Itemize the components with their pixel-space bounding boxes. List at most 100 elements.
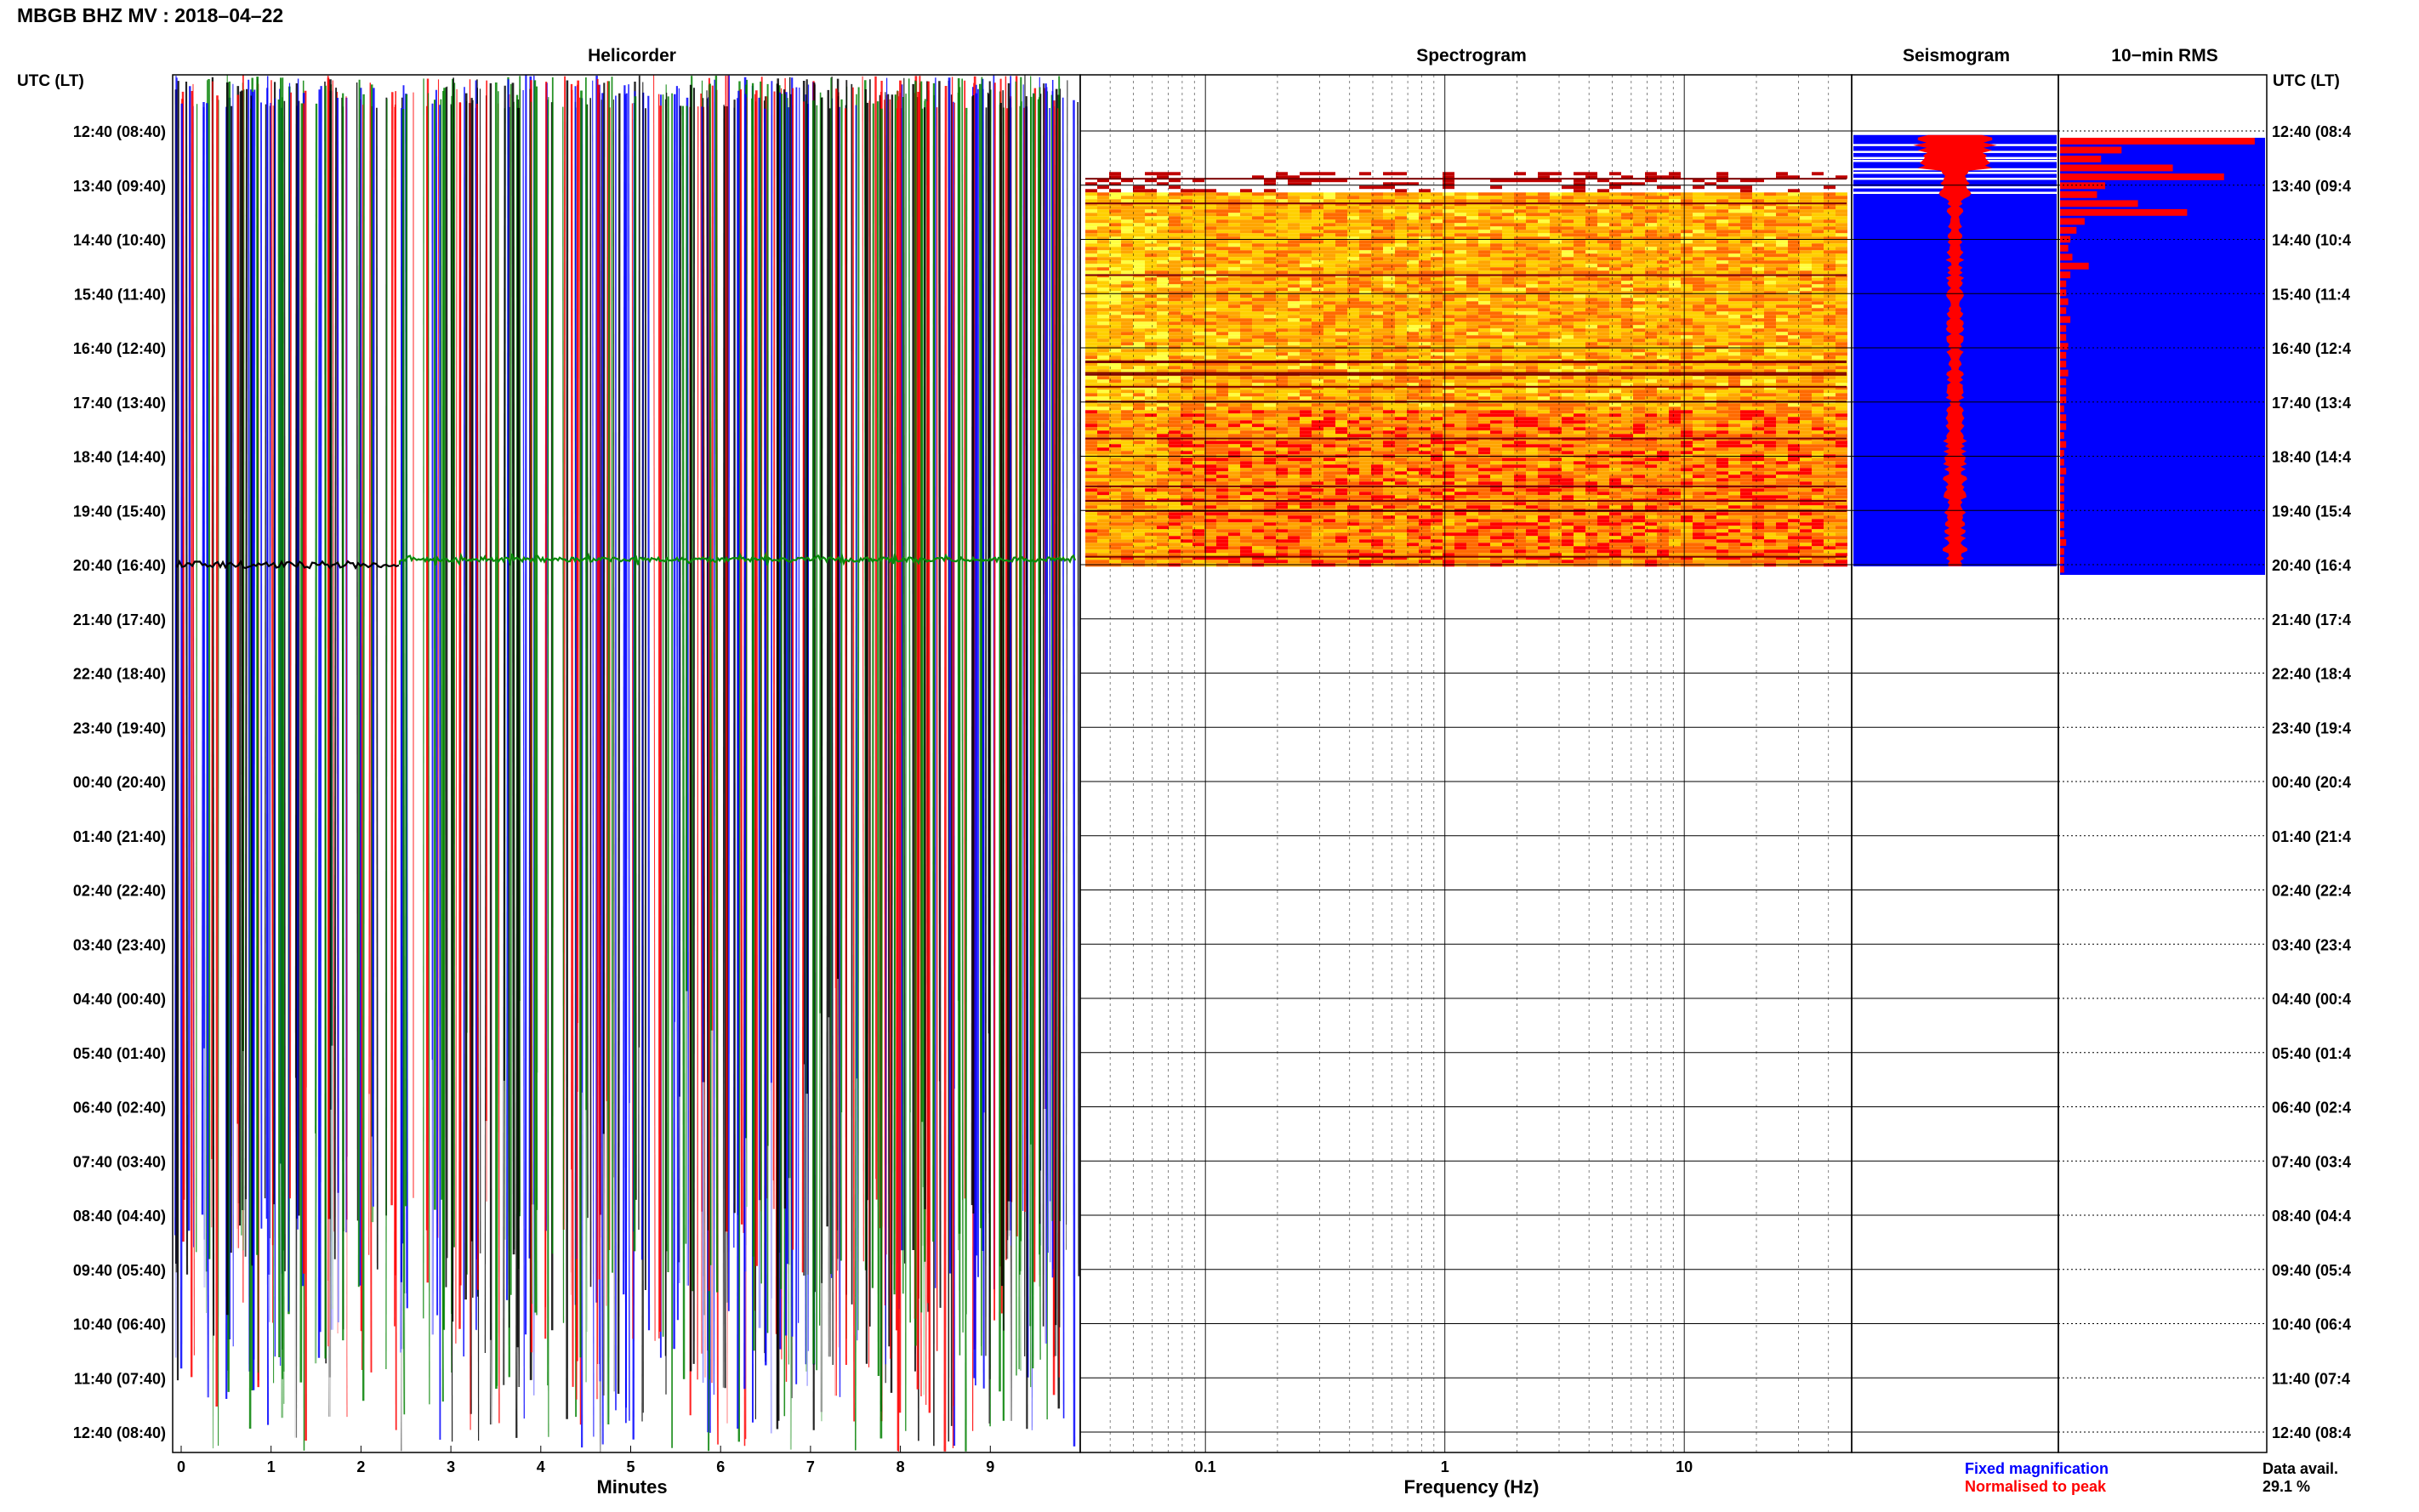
spectrogram-cell — [1419, 383, 1431, 387]
spectrogram-cell — [1764, 345, 1776, 350]
spectrogram-cell — [1478, 277, 1490, 281]
spectrogram-cell — [1204, 185, 1216, 190]
spectrogram-cell — [1109, 311, 1121, 315]
spectrogram-cell — [1443, 294, 1454, 298]
spectrogram-cell — [1562, 396, 1574, 401]
helicorder-trace — [185, 81, 189, 1275]
spectrogram-cell — [1609, 253, 1621, 258]
spectrogram-cell — [1109, 379, 1121, 384]
spectrogram-cell — [1824, 389, 1836, 394]
spectrogram-cell — [1216, 328, 1228, 333]
spectrogram-cell — [1669, 250, 1681, 254]
spectrogram-cell — [1669, 328, 1681, 333]
spectrogram-cell — [1169, 172, 1181, 176]
helicorder-panel — [174, 75, 1080, 1452]
spectrogram-cell — [1097, 281, 1109, 285]
spectrogram-cell — [1347, 216, 1359, 220]
spectrogram-cell — [1109, 301, 1121, 305]
spectrogram-cell — [1788, 223, 1800, 227]
spectrogram-cell — [1145, 335, 1157, 339]
spectrogram-cell — [1312, 287, 1323, 292]
spectrogram-cell — [1550, 335, 1562, 339]
spectrogram-cell — [1466, 308, 1478, 312]
spectrogram-cell — [1312, 226, 1323, 230]
spectrogram-cell — [1657, 216, 1669, 220]
spectrogram-cell — [1431, 247, 1443, 251]
spectrogram-cell — [1419, 318, 1431, 322]
spectrogram-cell — [1383, 338, 1395, 343]
spectrogram-cell — [1800, 209, 1812, 213]
spectrogram-cell — [1788, 355, 1800, 360]
spectrogram-cell — [1681, 213, 1693, 217]
spectrogram-cell — [1550, 219, 1562, 224]
spectrogram-cell — [1716, 270, 1728, 275]
spectrogram-cell — [1728, 216, 1740, 220]
spectrogram-cell — [1169, 396, 1181, 401]
spectrogram-cell — [1359, 196, 1371, 200]
spectrogram-cell — [1502, 328, 1514, 333]
helicorder-gap — [978, 1346, 982, 1452]
helicorder-trace — [576, 84, 578, 1400]
spectrogram-cell — [1788, 345, 1800, 350]
spectrogram-cell — [1550, 250, 1562, 254]
spectrogram-cell — [1800, 240, 1812, 244]
spectrogram-cell — [1383, 185, 1395, 190]
spectrogram-cell — [1204, 213, 1216, 217]
spectrogram-cell — [1288, 216, 1300, 220]
spectrogram-cell — [1645, 321, 1657, 326]
spectrogram-cell — [1550, 311, 1562, 315]
helicorder-trace — [319, 86, 322, 1333]
spectrogram-cell — [1681, 304, 1693, 309]
spectrogram-cell — [1228, 366, 1240, 370]
spectrogram-cell — [1085, 396, 1097, 401]
helicorder-gap — [960, 1199, 964, 1452]
spectrogram-cell — [1359, 335, 1371, 339]
spectrogram-cell — [1669, 230, 1681, 234]
spectrogram-cell — [1490, 199, 1502, 203]
spectrogram-cell — [1216, 287, 1228, 292]
helicorder-gap — [294, 1077, 297, 1452]
spectrogram-cell — [1490, 332, 1502, 336]
spectrogram-cell — [1693, 393, 1705, 397]
spectrogram-cell — [1633, 349, 1645, 353]
spectrogram-cell — [1836, 355, 1847, 360]
spectrogram-cell — [1395, 287, 1407, 292]
helicorder-trace — [562, 106, 565, 1323]
spectrogram-cell — [1514, 264, 1526, 268]
spectrogram-cell — [1585, 270, 1597, 275]
spectrogram-cell — [1836, 189, 1847, 193]
spectrogram-cell — [1490, 267, 1502, 271]
spectrogram-cell — [1419, 325, 1431, 329]
spectrogram-cell — [1395, 315, 1407, 319]
spectrogram-cell — [1526, 206, 1538, 210]
spectrogram-cell — [1133, 233, 1145, 237]
spectrogram-cell — [1502, 383, 1514, 387]
spectrogram-cell — [1645, 298, 1657, 302]
spectrogram-cell — [1562, 233, 1574, 237]
helicorder-gap — [910, 1112, 913, 1452]
spectrogram-cell — [1466, 389, 1478, 394]
helicorder-gap — [605, 1100, 608, 1452]
spectrogram-cell — [1824, 185, 1836, 190]
spectrogram-cell — [1407, 379, 1419, 384]
spectrogram-cell — [1764, 376, 1776, 380]
spectrogram-cell — [1204, 192, 1216, 196]
spectrogram-cell — [1300, 345, 1312, 350]
spectrogram-cell — [1454, 247, 1466, 251]
spectrogram-cell — [1312, 257, 1323, 261]
spectrogram-cell — [1169, 226, 1181, 230]
spectrogram-cell — [1490, 185, 1502, 190]
spectrogram-cell — [1240, 257, 1252, 261]
spectrogram-cell — [1728, 185, 1740, 190]
spectrogram-cell — [1657, 219, 1669, 224]
spectrogram-cell — [1383, 192, 1395, 196]
spectrogram-cell — [1240, 281, 1252, 285]
spectrogram-cell — [1693, 209, 1705, 213]
spectrogram-cell — [1443, 209, 1454, 213]
spectrogram-cell — [1359, 270, 1371, 275]
spectrogram-cell — [1240, 247, 1252, 251]
spectrogram-cell — [1312, 376, 1323, 380]
spectrogram-cell — [1645, 345, 1657, 350]
spectrogram-cell — [1300, 277, 1312, 281]
spectrogram-cell — [1597, 315, 1609, 319]
